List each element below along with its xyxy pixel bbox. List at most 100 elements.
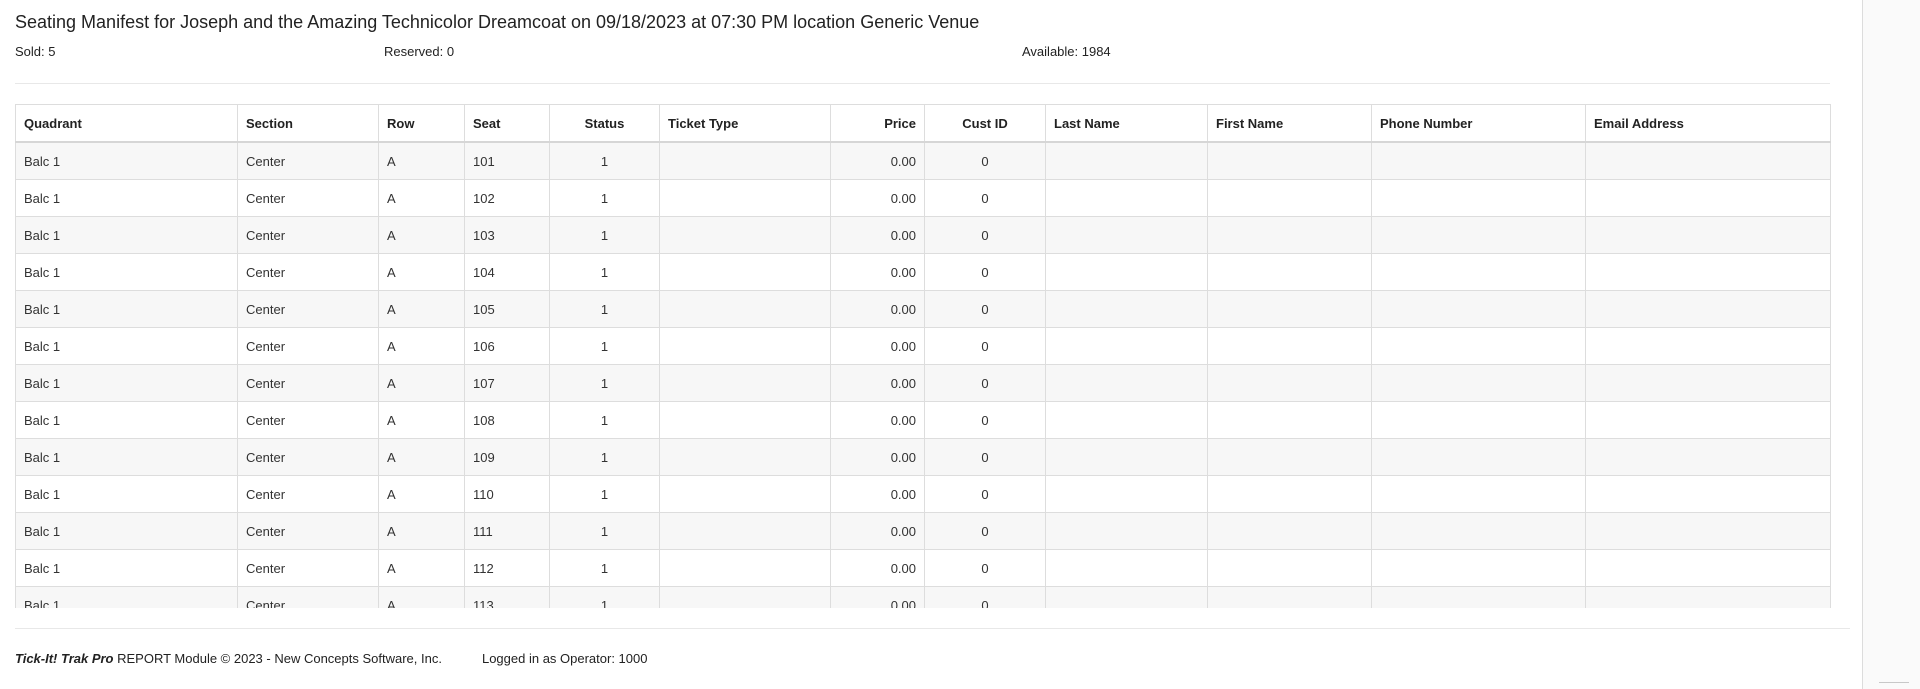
cell-status: 1 [549, 475, 660, 513]
cell-status: 1 [549, 216, 660, 254]
table-row[interactable]: Balc 1 Center A 104 1 0.00 0 [15, 253, 1831, 291]
column-header-first-name[interactable]: First Name [1207, 104, 1372, 143]
cell-last-name [1045, 475, 1208, 513]
cell-section: Center [237, 253, 379, 291]
cell-section: Center [237, 364, 379, 402]
table-row[interactable]: Balc 1 Center A 101 1 0.00 0 [15, 141, 1831, 180]
column-header-email-address[interactable]: Email Address [1585, 104, 1831, 143]
cell-email-address [1585, 549, 1831, 587]
manifest-table-scroll-area[interactable]: Quadrant Section Row Seat Status Ticket … [15, 104, 1845, 608]
cell-row: A [378, 475, 465, 513]
cell-last-name [1045, 438, 1208, 476]
cell-section: Center [237, 475, 379, 513]
column-header-row[interactable]: Row [378, 104, 465, 143]
cell-cust-id: 0 [924, 179, 1046, 217]
cell-seat: 104 [464, 253, 550, 291]
table-row[interactable]: Balc 1 Center A 111 1 0.00 0 [15, 512, 1831, 550]
cell-email-address [1585, 327, 1831, 365]
cell-status: 1 [549, 141, 660, 180]
column-header-seat[interactable]: Seat [464, 104, 550, 143]
header-divider [15, 83, 1830, 84]
column-header-cust-id[interactable]: Cust ID [924, 104, 1046, 143]
cell-first-name [1207, 401, 1372, 439]
table-row[interactable]: Balc 1 Center A 112 1 0.00 0 [15, 549, 1831, 587]
cell-first-name [1207, 512, 1372, 550]
table-row[interactable]: Balc 1 Center A 105 1 0.00 0 [15, 290, 1831, 328]
table-row[interactable]: Balc 1 Center A 109 1 0.00 0 [15, 438, 1831, 476]
cell-first-name [1207, 586, 1372, 608]
cell-price: 0.00 [830, 475, 925, 513]
cell-row: A [378, 512, 465, 550]
table-row[interactable]: Balc 1 Center A 103 1 0.00 0 [15, 216, 1831, 254]
column-header-phone-number[interactable]: Phone Number [1371, 104, 1586, 143]
cell-status: 1 [549, 401, 660, 439]
cell-seat: 108 [464, 401, 550, 439]
sold-count: Sold: 5 [15, 44, 56, 59]
table-row[interactable]: Balc 1 Center A 107 1 0.00 0 [15, 364, 1831, 402]
cell-seat: 111 [464, 512, 550, 550]
cell-quadrant: Balc 1 [15, 401, 238, 439]
cell-seat: 103 [464, 216, 550, 254]
cell-row: A [378, 364, 465, 402]
column-header-price[interactable]: Price [830, 104, 925, 143]
cell-price: 0.00 [830, 364, 925, 402]
cell-ticket-type [659, 549, 831, 587]
cell-cust-id: 0 [924, 327, 1046, 365]
cell-first-name [1207, 364, 1372, 402]
cell-price: 0.00 [830, 253, 925, 291]
cell-row: A [378, 216, 465, 254]
cell-quadrant: Balc 1 [15, 253, 238, 291]
cell-ticket-type [659, 512, 831, 550]
cell-cust-id: 0 [924, 216, 1046, 254]
cell-price: 0.00 [830, 438, 925, 476]
table-row[interactable]: Balc 1 Center A 102 1 0.00 0 [15, 179, 1831, 217]
cell-row: A [378, 401, 465, 439]
cell-phone-number [1371, 401, 1586, 439]
cell-phone-number [1371, 438, 1586, 476]
column-header-ticket-type[interactable]: Ticket Type [659, 104, 831, 143]
cell-quadrant: Balc 1 [15, 512, 238, 550]
footer-divider [15, 628, 1850, 629]
cell-status: 1 [549, 586, 660, 608]
cell-price: 0.00 [830, 179, 925, 217]
cell-email-address [1585, 253, 1831, 291]
column-header-quadrant[interactable]: Quadrant [15, 104, 238, 143]
cell-email-address [1585, 401, 1831, 439]
cell-cust-id: 0 [924, 401, 1046, 439]
cell-quadrant: Balc 1 [15, 141, 238, 180]
column-header-section[interactable]: Section [237, 104, 379, 143]
table-row[interactable]: Balc 1 Center A 110 1 0.00 0 [15, 475, 1831, 513]
cell-phone-number [1371, 475, 1586, 513]
cell-section: Center [237, 549, 379, 587]
cell-quadrant: Balc 1 [15, 327, 238, 365]
cell-ticket-type [659, 253, 831, 291]
module-copyright: REPORT Module © 2023 - New Concepts Soft… [113, 651, 442, 666]
cell-email-address [1585, 438, 1831, 476]
table-row[interactable]: Balc 1 Center A 106 1 0.00 0 [15, 327, 1831, 365]
table-row[interactable]: Balc 1 Center A 113 1 0.00 0 [15, 586, 1831, 608]
cell-cust-id: 0 [924, 253, 1046, 291]
cell-first-name [1207, 253, 1372, 291]
cell-status: 1 [549, 512, 660, 550]
cell-phone-number [1371, 549, 1586, 587]
table-body: Balc 1 Center A 101 1 0.00 0 Balc 1 Center A 102 1 0… [15, 141, 1831, 608]
table-row[interactable]: Balc 1 Center A 108 1 0.00 0 [15, 401, 1831, 439]
column-header-last-name[interactable]: Last Name [1045, 104, 1208, 143]
cell-section: Center [237, 586, 379, 608]
cell-price: 0.00 [830, 290, 925, 328]
cell-cust-id: 0 [924, 586, 1046, 608]
cell-section: Center [237, 216, 379, 254]
cell-phone-number [1371, 364, 1586, 402]
column-header-status[interactable]: Status [549, 104, 660, 143]
cell-section: Center [237, 179, 379, 217]
cell-section: Center [237, 327, 379, 365]
cell-seat: 112 [464, 549, 550, 587]
cell-row: A [378, 438, 465, 476]
cell-cust-id: 0 [924, 290, 1046, 328]
cell-last-name [1045, 141, 1208, 180]
cell-phone-number [1371, 253, 1586, 291]
cell-status: 1 [549, 438, 660, 476]
right-side-panel [1862, 0, 1920, 689]
cell-ticket-type [659, 179, 831, 217]
cell-phone-number [1371, 512, 1586, 550]
